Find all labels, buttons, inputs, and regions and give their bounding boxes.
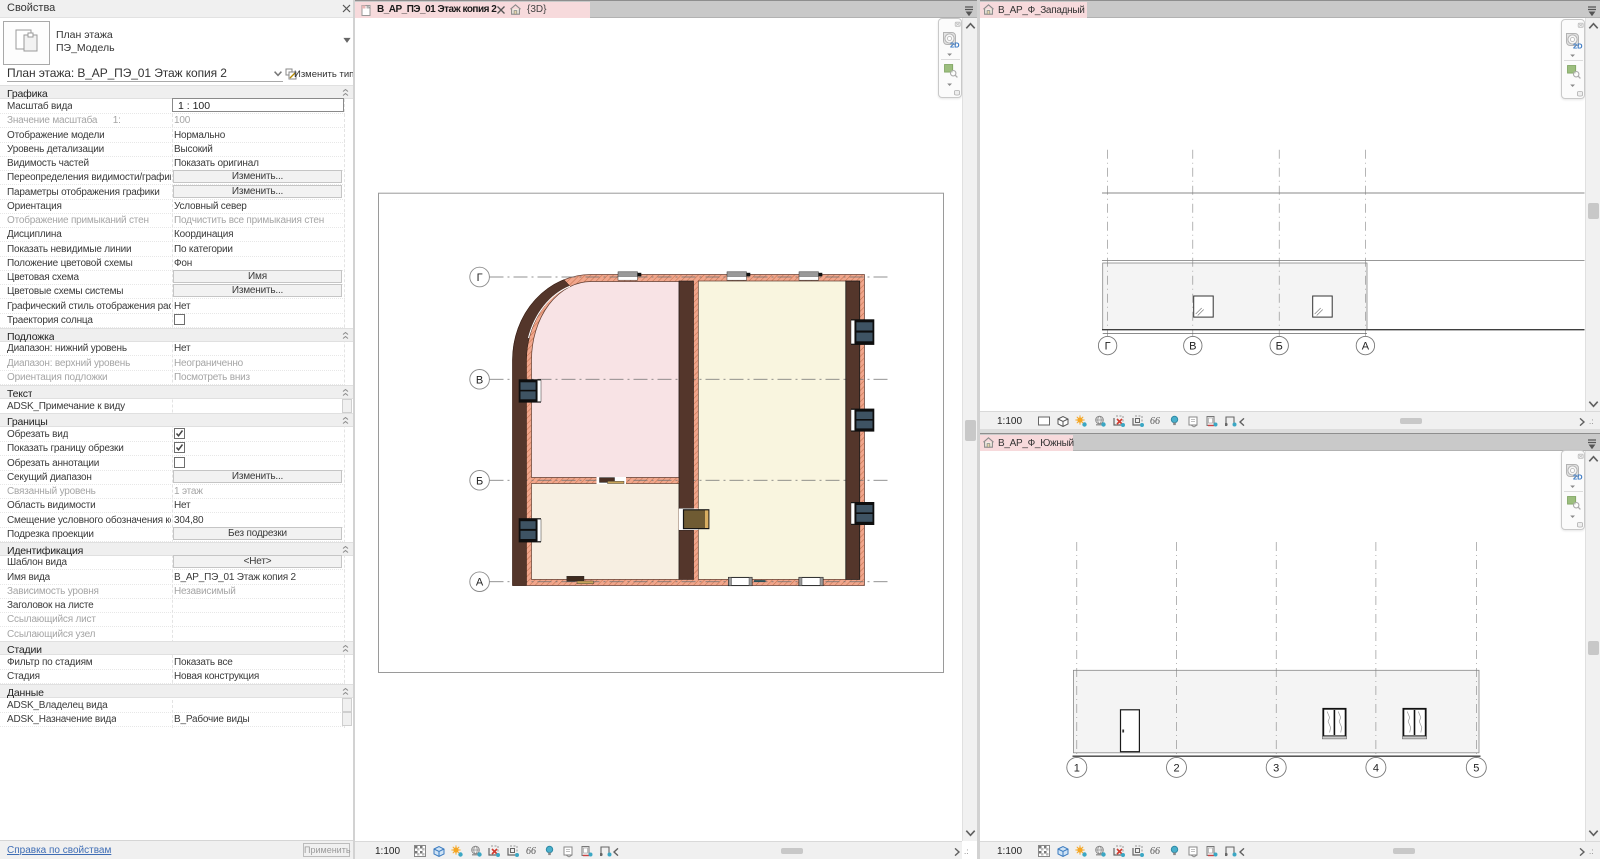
svg-text:3: 3	[1273, 763, 1279, 775]
svg-text:А: А	[476, 577, 484, 589]
svg-text:4: 4	[1373, 763, 1379, 775]
svg-text:2D: 2D	[950, 41, 960, 50]
svg-text:В: В	[1189, 341, 1196, 353]
svg-text:1: 1	[1074, 763, 1080, 775]
svg-text:А: А	[1362, 341, 1370, 353]
svg-text:5: 5	[1473, 763, 1479, 775]
svg-text:66: 66	[1150, 846, 1160, 857]
svg-text:Б: Б	[1276, 341, 1283, 353]
svg-text:Б: Б	[476, 475, 483, 487]
svg-text:2D: 2D	[1573, 42, 1583, 51]
svg-text:66: 66	[1150, 416, 1160, 427]
svg-text:Г: Г	[477, 272, 483, 284]
svg-text:Г: Г	[1105, 341, 1111, 353]
svg-text:2D: 2D	[1573, 473, 1583, 482]
svg-text:В: В	[476, 374, 483, 386]
svg-text:66: 66	[526, 846, 536, 857]
svg-text:2: 2	[1173, 763, 1179, 775]
